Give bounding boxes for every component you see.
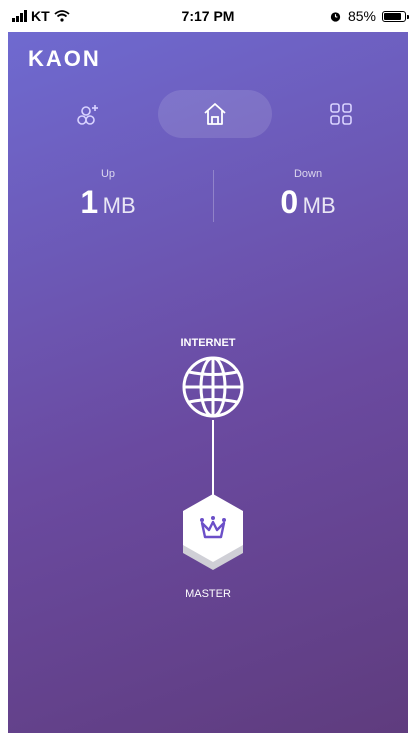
status-right: 85% <box>329 8 409 24</box>
download-value: 0 <box>280 184 299 220</box>
tab-home[interactable] <box>158 90 272 138</box>
add-device-icon <box>77 105 98 125</box>
download-stat: Down 0 MB <box>208 168 408 221</box>
master-label: MASTER <box>185 588 231 600</box>
home-icon <box>204 103 226 125</box>
grid-icon <box>330 103 352 125</box>
app-main: KAON Up 1 MB Down 0 MB INTERNET MASTER <box>8 32 408 733</box>
download-label: Down <box>293 168 323 180</box>
battery-percent: 85% <box>347 8 376 24</box>
upload-stat: Up 1 MB <box>8 168 208 221</box>
upload-label: Up <box>100 168 116 180</box>
upload-value: 1 <box>80 184 99 220</box>
tab-add-device[interactable] <box>31 90 145 138</box>
upload-unit: MB <box>102 193 136 218</box>
tab-bar <box>8 90 408 138</box>
phone-screen: KT 7:17 PM 85% KAON Up 1 MB Down 0 MB IN… <box>0 0 416 733</box>
master-node[interactable] <box>178 492 248 572</box>
stats-divider <box>213 170 214 222</box>
internet-label: INTERNET <box>180 337 236 349</box>
battery-icon <box>382 10 409 22</box>
download-unit: MB <box>302 193 336 218</box>
traffic-stats: Up 1 MB Down 0 MB <box>8 168 408 228</box>
alarm-icon <box>330 11 341 22</box>
globe-icon[interactable] <box>181 355 245 419</box>
kaon-logo: KAON <box>28 46 101 71</box>
status-bar: KT 7:17 PM 85% <box>0 0 416 32</box>
tab-apps[interactable] <box>284 90 398 138</box>
